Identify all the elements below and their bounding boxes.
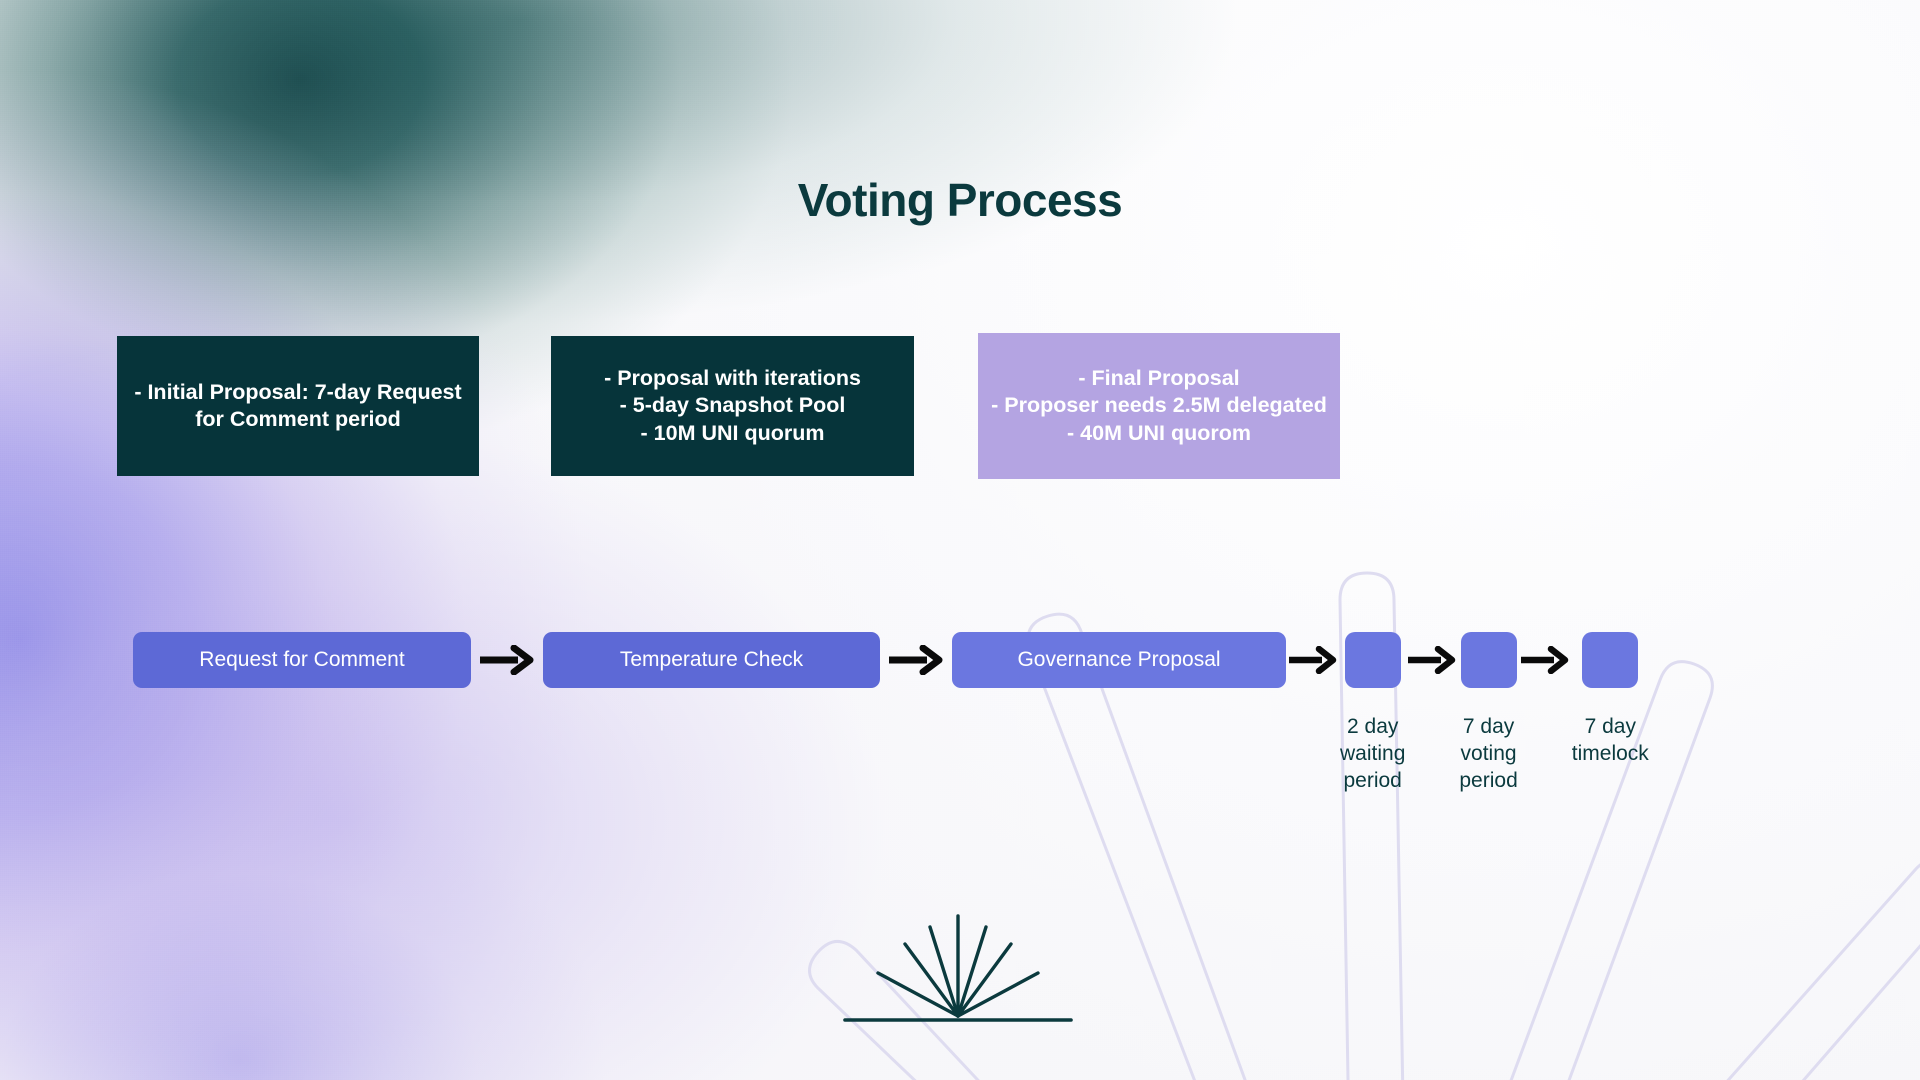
flow-caption-voting-period: 7 day voting period [1459, 715, 1518, 792]
arrow-right-icon [1518, 632, 1572, 688]
arrow-right-icon [1286, 632, 1340, 688]
flow-step-request-for-comment[interactable]: Request for Comment [133, 632, 471, 688]
info-card-request-for-comment: - Initial Proposal: 7-day Request for Co… [117, 336, 479, 476]
flow-pill-temperature-check[interactable]: Temperature Check [543, 632, 880, 688]
flow-step-voting-period[interactable]: 7 day voting period [1459, 632, 1518, 795]
flow-pill-waiting-period[interactable] [1344, 632, 1401, 688]
flow-pill-timelock[interactable] [1582, 632, 1639, 688]
arrow-right-icon [471, 632, 543, 688]
flow-pill-voting-period[interactable] [1460, 632, 1517, 688]
flow-step-waiting-period[interactable]: 2 day waiting period [1340, 632, 1405, 795]
flow-step-governance-proposal[interactable]: Governance Proposal [952, 632, 1286, 688]
flow-pill-governance-proposal[interactable]: Governance Proposal [952, 632, 1286, 688]
flow-step-timelock[interactable]: 7 day timelock [1572, 632, 1649, 768]
arrow-right-icon [1405, 632, 1459, 688]
info-card-governance-proposal: - Final Proposal - Proposer needs 2.5M d… [978, 333, 1340, 479]
slide-canvas: Voting Process - Initial Proposal: 7-day… [0, 0, 1920, 1080]
arrow-right-icon [880, 632, 952, 688]
flow-caption-timelock: 7 day timelock [1571, 715, 1649, 765]
voting-process-flow: Request for Comment Temperature Check Go… [133, 632, 1649, 795]
page-title: Voting Process [797, 174, 1123, 226]
sunburst-logo-icon [843, 908, 1073, 1028]
info-card-temperature-check: - Proposal with iterations - 5-day Snaps… [551, 336, 914, 476]
flow-caption-waiting-period: 2 day waiting period [1340, 715, 1406, 792]
flow-step-temperature-check[interactable]: Temperature Check [543, 632, 880, 688]
flow-pill-request-for-comment[interactable]: Request for Comment [133, 632, 471, 688]
